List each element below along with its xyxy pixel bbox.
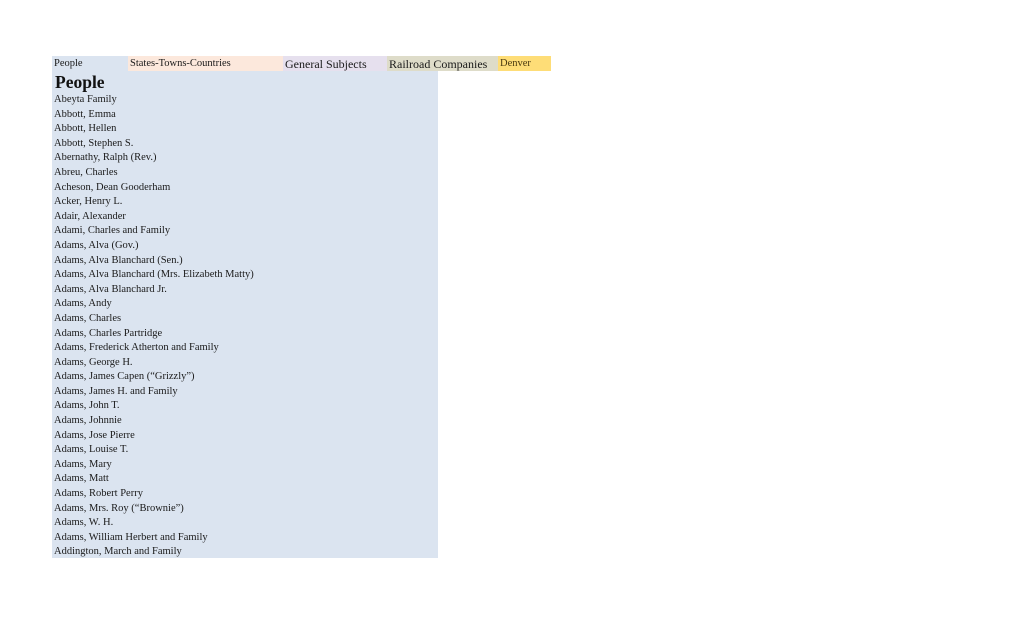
list-item[interactable]: Adams, Johnnie xyxy=(52,414,438,429)
list-item[interactable]: Abeyta Family xyxy=(52,93,438,108)
tab-people[interactable]: People xyxy=(52,56,128,71)
list-item[interactable]: Adams, Charles xyxy=(52,312,438,327)
list-item[interactable]: Adams, Louise T. xyxy=(52,443,438,458)
tab-states-towns-countries[interactable]: States-Towns-Countries xyxy=(128,56,283,71)
tab-denver[interactable]: Denver xyxy=(498,56,551,71)
list-item[interactable]: Adams, Mary xyxy=(52,458,438,473)
list-item[interactable]: Adams, Mrs. Roy (“Brownie”) xyxy=(52,502,438,517)
list-item[interactable]: Adams, James Capen (“Grizzly”) xyxy=(52,370,438,385)
list-item[interactable]: Adams, Frederick Atherton and Family xyxy=(52,341,438,356)
list-item[interactable]: Abbott, Hellen xyxy=(52,122,438,137)
category-tabs: People States-Towns-Countries General Su… xyxy=(52,56,551,71)
list-item[interactable]: Adams, W. H. xyxy=(52,516,438,531)
people-panel: People Abeyta Family Abbott, Emma Abbott, … xyxy=(52,71,438,558)
list-item[interactable]: Adams, Alva Blanchard (Mrs. Elizabeth Ma… xyxy=(52,268,438,283)
list-item[interactable]: Acheson, Dean Gooderham xyxy=(52,181,438,196)
people-list: Abeyta Family Abbott, Emma Abbott, Hellen A… xyxy=(52,93,438,560)
list-item[interactable]: Adams, Charles Partridge xyxy=(52,327,438,342)
list-item[interactable]: Adams, Robert Perry xyxy=(52,487,438,502)
list-item[interactable]: Adams, William Herbert and Family xyxy=(52,531,438,546)
list-item[interactable]: Adams, Alva Blanchard (Sen.) xyxy=(52,254,438,269)
list-item[interactable]: Adams, James H. and Family xyxy=(52,385,438,400)
list-item[interactable]: Adams, George H. xyxy=(52,356,438,371)
tab-railroad-companies[interactable]: Railroad Companies xyxy=(387,56,498,71)
list-item[interactable]: Addington, March and Family xyxy=(52,545,438,560)
list-item[interactable]: Adair, Alexander xyxy=(52,210,438,225)
list-item[interactable]: Abbott, Emma xyxy=(52,108,438,123)
list-item[interactable]: Abbott, Stephen S. xyxy=(52,137,438,152)
list-item[interactable]: Abreu, Charles xyxy=(52,166,438,181)
list-item[interactable]: Adams, John T. xyxy=(52,399,438,414)
list-item[interactable]: Adami, Charles and Family xyxy=(52,224,438,239)
list-item[interactable]: Adams, Andy xyxy=(52,297,438,312)
list-item[interactable]: Adams, Jose Pierre xyxy=(52,429,438,444)
tab-general-subjects[interactable]: General Subjects xyxy=(283,56,387,71)
list-item[interactable]: Adams, Matt xyxy=(52,472,438,487)
list-item[interactable]: Adams, Alva (Gov.) xyxy=(52,239,438,254)
list-item[interactable]: Acker, Henry L. xyxy=(52,195,438,210)
section-title: People xyxy=(55,72,105,92)
list-item[interactable]: Adams, Alva Blanchard Jr. xyxy=(52,283,438,298)
list-item[interactable]: Abernathy, Ralph (Rev.) xyxy=(52,151,438,166)
